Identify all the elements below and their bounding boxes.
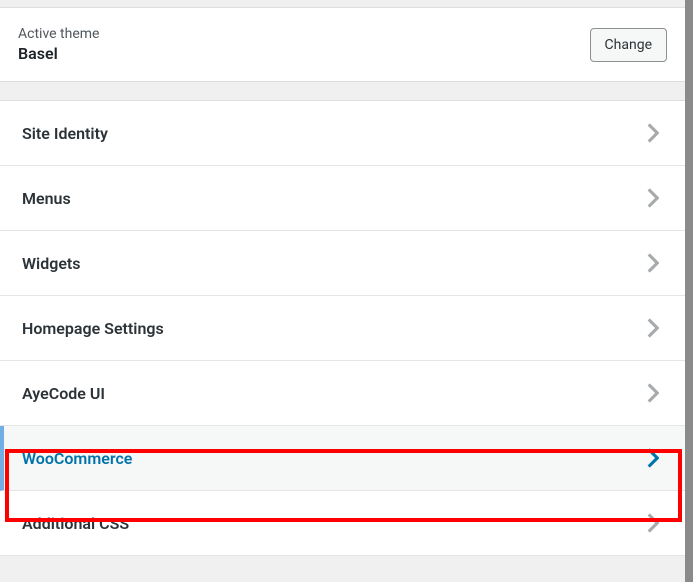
chevron-right-icon (643, 318, 663, 338)
theme-info: Active theme Basel (18, 26, 99, 63)
menu-item-widgets[interactable]: Widgets (0, 231, 685, 296)
menu-item-label: Widgets (22, 254, 81, 273)
active-theme-name: Basel (18, 44, 99, 63)
menu-item-label: WooCommerce (22, 449, 132, 468)
customizer-panel: Active theme Basel Change Site Identity M… (0, 0, 685, 556)
menu-item-homepage-settings[interactable]: Homepage Settings (0, 296, 685, 361)
chevron-right-icon (643, 448, 663, 468)
menu-item-label: Menus (22, 189, 71, 208)
menu-item-label: Additional CSS (22, 514, 129, 533)
top-bar (0, 0, 685, 8)
menu-item-label: Homepage Settings (22, 319, 164, 338)
menu-item-woocommerce[interactable]: WooCommerce (0, 426, 685, 491)
menu-item-label: Site Identity (22, 124, 108, 143)
menu-item-additional-css[interactable]: Additional CSS (0, 491, 685, 556)
menu-item-site-identity[interactable]: Site Identity (0, 101, 685, 166)
scrollbar-edge[interactable] (685, 0, 693, 582)
menu-item-label: AyeCode UI (22, 384, 105, 403)
menu-item-ayecode-ui[interactable]: AyeCode UI (0, 361, 685, 426)
customizer-menu-list: Site Identity Menus Widgets Homepage Settin… (0, 101, 685, 556)
chevron-right-icon (643, 383, 663, 403)
theme-header: Active theme Basel Change (0, 8, 685, 81)
active-theme-label: Active theme (18, 26, 99, 42)
chevron-right-icon (643, 253, 663, 273)
chevron-right-icon (643, 123, 663, 143)
menu-item-menus[interactable]: Menus (0, 166, 685, 231)
chevron-right-icon (643, 513, 663, 533)
chevron-right-icon (643, 188, 663, 208)
section-spacer (0, 81, 685, 101)
change-theme-button[interactable]: Change (590, 28, 667, 62)
